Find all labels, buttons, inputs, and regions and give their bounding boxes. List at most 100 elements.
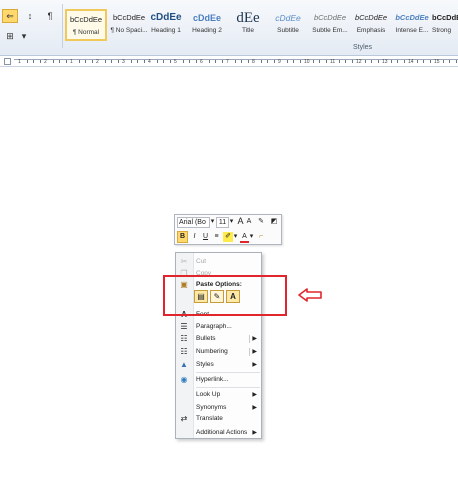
menu-item-label: Paragraph... [196, 323, 232, 330]
borders-dropdown-icon[interactable]: ▾ [20, 29, 28, 43]
style-label: ¶ No Spaci... [110, 27, 148, 34]
ruler-tick [163, 60, 164, 63]
submenu-arrow-icon: ▶ [252, 405, 257, 411]
font-name-dropdown-icon[interactable]: ▾ [210, 217, 215, 227]
italic-button[interactable]: I [190, 232, 199, 242]
show-paragraph-marks-button[interactable]: ¶ [42, 9, 58, 23]
style-subtle-emphasis[interactable]: bCcDdEe Subtle Em... [309, 9, 351, 41]
format-painter-brush-icon[interactable]: ⌐ [256, 232, 266, 242]
ruler-tick [338, 60, 340, 63]
style-emphasis[interactable]: bCcDdEe Emphasis [350, 9, 392, 41]
format-painter-icon[interactable]: ✎ [256, 217, 266, 227]
menu-item-additional-actions[interactable]: Additional Actions ▶ [176, 427, 262, 439]
styles-group-label: Styles [353, 44, 373, 51]
ruler-number: 12 [356, 59, 362, 65]
menu-item-numbering[interactable]: ☷ Numbering ▶ [176, 346, 262, 358]
horizontal-ruler[interactable]: 1 2 1 2 3 4 5 6 7 8 9 10 11 12 13 14 15 [0, 56, 458, 67]
ruler-tick [59, 60, 60, 63]
style-title[interactable]: dEe Title [227, 9, 269, 41]
menu-item-label: Additional Actions [196, 429, 248, 436]
paragraph-icon: ☰ [180, 322, 188, 331]
menu-item-hyperlink[interactable]: ◉ Hyperlink... [176, 374, 262, 386]
ruler-tick [208, 60, 210, 63]
ruler-tick [104, 60, 106, 63]
menu-item-label: Translate [196, 415, 223, 422]
ruler-tick [65, 60, 67, 63]
style-sample: cDdEe [150, 12, 182, 23]
ribbon: ⇐ ↕ ¶ ⊞ ▾ bCcDdEe ¶ Normal bCcDdEe ¶ No … [0, 0, 458, 56]
menu-item-styles[interactable]: ▲ Styles ▶ [176, 359, 262, 371]
ruler-number: 2 [96, 59, 99, 65]
ruler-tick [442, 60, 444, 63]
style-no-spacing[interactable]: bCcDdEe ¶ No Spaci... [108, 9, 150, 41]
ruler-tick [39, 60, 41, 63]
highlight-color-icon[interactable]: ✐ [223, 232, 233, 242]
menu-item-cut[interactable]: ✂ Cut [176, 256, 262, 268]
style-sample: bCcDdEe [354, 13, 388, 22]
underline-button[interactable]: U [201, 232, 210, 242]
menu-item-label: Bullets [196, 335, 216, 342]
decrease-indent-icon[interactable]: ⇐ [2, 9, 18, 23]
ruler-tick [312, 60, 314, 63]
menu-item-translate[interactable]: ⇄ Translate [176, 413, 262, 425]
ruler-tick [189, 60, 190, 63]
ruler-tick [234, 60, 236, 63]
ruler-tick [293, 60, 294, 63]
ruler-tick [52, 60, 54, 63]
style-sample: bCcDdEe [432, 13, 458, 22]
ruler-number: 1 [18, 59, 21, 65]
menu-item-paragraph[interactable]: ☰ Paragraph... [176, 321, 262, 333]
hyperlink-icon: ◉ [180, 375, 188, 384]
font-color-button[interactable]: A [240, 232, 249, 243]
numbering-icon: ☷ [180, 347, 188, 356]
menu-item-look-up[interactable]: Look Up ▶ [176, 389, 262, 401]
style-strong[interactable]: bCcDdEe Strong [432, 9, 458, 41]
ruler-tick [299, 60, 301, 63]
scissors-icon: ✂ [180, 257, 188, 266]
borders-icon[interactable]: ⊞ [2, 29, 18, 43]
align-center-icon[interactable]: ≡ [212, 232, 221, 242]
ruler-tick [215, 60, 216, 63]
style-label: Intense E... [395, 27, 429, 34]
mini-toolbar: Arial (Bo ▾ 11 ▾ A A ✎ ◩ B I U ≡ ✐ ▾ A ▾… [174, 214, 282, 245]
ruler-tick [371, 60, 372, 63]
font-color-dropdown-icon[interactable]: ▾ [249, 232, 254, 242]
ruler-track: 1 2 1 2 3 4 5 6 7 8 9 10 11 12 13 14 15 [14, 59, 458, 65]
style-sample: cDdEe [275, 13, 301, 23]
ruler-tick [143, 60, 145, 63]
style-heading-2[interactable]: cDdEe Heading 2 [186, 9, 228, 41]
bold-button[interactable]: B [177, 231, 188, 243]
menu-item-label: Hyperlink... [196, 376, 229, 383]
tab-selector-icon[interactable] [4, 58, 11, 65]
style-heading-1[interactable]: cDdEe Heading 1 [145, 9, 187, 41]
ruler-tick [286, 60, 288, 63]
ruler-tick [182, 60, 184, 63]
ruler-tick [273, 60, 275, 63]
menu-item-label: Synonyms [196, 404, 227, 411]
font-name-box[interactable]: Arial (Bo [177, 217, 210, 228]
submenu-separator [249, 335, 250, 343]
ruler-tick [33, 60, 34, 63]
menu-item-bullets[interactable]: ☷ Bullets ▶ [176, 333, 262, 345]
ruler-tick [26, 60, 28, 63]
ruler-tick [91, 60, 93, 63]
ruler-number: 9 [278, 59, 281, 65]
submenu-arrow-icon: ▶ [252, 392, 257, 398]
font-size-box[interactable]: 11 [216, 217, 229, 228]
style-normal[interactable]: bCcDdEe ¶ Normal [65, 9, 107, 41]
menu-item-label: Look Up [196, 391, 221, 398]
styles-icon[interactable]: ◩ [269, 217, 279, 227]
menu-item-label: Styles [196, 361, 214, 368]
highlight-dropdown-icon[interactable]: ▾ [233, 232, 238, 242]
grow-font-button[interactable]: A [236, 216, 245, 226]
style-intense-emphasis[interactable]: bCcDdEe Intense E... [391, 9, 433, 41]
style-subtitle[interactable]: cDdEe Subtitle [267, 9, 309, 41]
ruler-tick [397, 60, 398, 63]
ruler-number: 14 [408, 59, 414, 65]
style-label: Strong [432, 27, 452, 34]
ruler-tick [351, 60, 353, 63]
shrink-font-button[interactable]: A [245, 217, 253, 227]
style-label: Emphasis [356, 27, 386, 34]
font-size-dropdown-icon[interactable]: ▾ [229, 217, 234, 227]
sort-icon[interactable]: ↕ [22, 9, 38, 23]
